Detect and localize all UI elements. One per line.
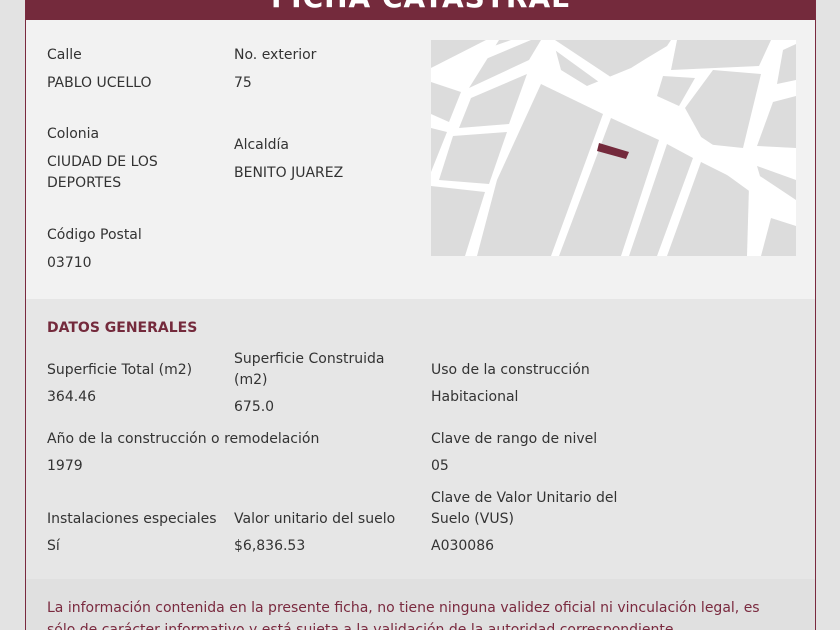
parcel-map[interactable] <box>431 40 796 256</box>
anio-construccion-value: 1979 <box>47 458 83 474</box>
superficie-total-value: 364.46 <box>47 389 96 405</box>
uso-construccion-value: Habitacional <box>431 389 519 405</box>
codigo-postal-value: 03710 <box>47 255 92 271</box>
colonia-value: CIUDAD DE LOS DEPORTES <box>47 154 158 191</box>
parcel-map-graphic <box>431 40 796 256</box>
alcaldia-label: Alcaldía <box>234 137 289 153</box>
no-exterior-label: No. exterior <box>234 47 317 63</box>
datos-generales-title: DATOS GENERALES <box>47 320 198 336</box>
superficie-construida-value: 675.0 <box>234 399 275 415</box>
colonia-label: Colonia <box>47 126 100 142</box>
codigo-postal-label: Código Postal <box>47 227 142 243</box>
alcaldia-value: BENITO JUAREZ <box>234 165 344 181</box>
disclaimer-section: La información contenida en la presente … <box>26 579 815 630</box>
calle-value: PABLO UCELLO <box>47 75 152 91</box>
card-header: FICHA CATASTRAL <box>26 0 815 20</box>
uso-construccion-label: Uso de la construcción <box>431 362 590 378</box>
no-exterior-value: 75 <box>234 75 252 91</box>
anio-construccion-label: Año de la construcción o remodelación <box>47 431 320 447</box>
card-title: FICHA CATASTRAL <box>26 0 815 15</box>
instalaciones-label: Instalaciones especiales <box>47 511 217 527</box>
datos-generales-section: DATOS GENERALES Superficie Total (m2) 36… <box>26 299 815 579</box>
rango-nivel-label: Clave de rango de nivel <box>431 431 598 447</box>
calle-label: Calle <box>47 47 82 63</box>
superficie-total-label: Superficie Total (m2) <box>47 362 193 378</box>
superficie-construida-label: Superficie Construida (m2) <box>234 351 385 388</box>
rango-nivel-value: 05 <box>431 458 449 474</box>
address-section: Calle PABLO UCELLO No. exterior 75 Colon… <box>26 20 815 299</box>
cadastral-card: FICHA CATASTRAL Calle PABLO UCELLO No. e… <box>25 0 816 630</box>
vus-label: Clave de Valor Unitario del Suelo (VUS) <box>431 490 618 527</box>
valor-suelo-value: $6,836.53 <box>234 538 306 554</box>
vus-value: A030086 <box>431 538 495 554</box>
instalaciones-value: Sí <box>47 538 60 554</box>
valor-suelo-label: Valor unitario del suelo <box>234 511 396 527</box>
disclaimer-text: La información contenida en la presente … <box>47 600 760 630</box>
